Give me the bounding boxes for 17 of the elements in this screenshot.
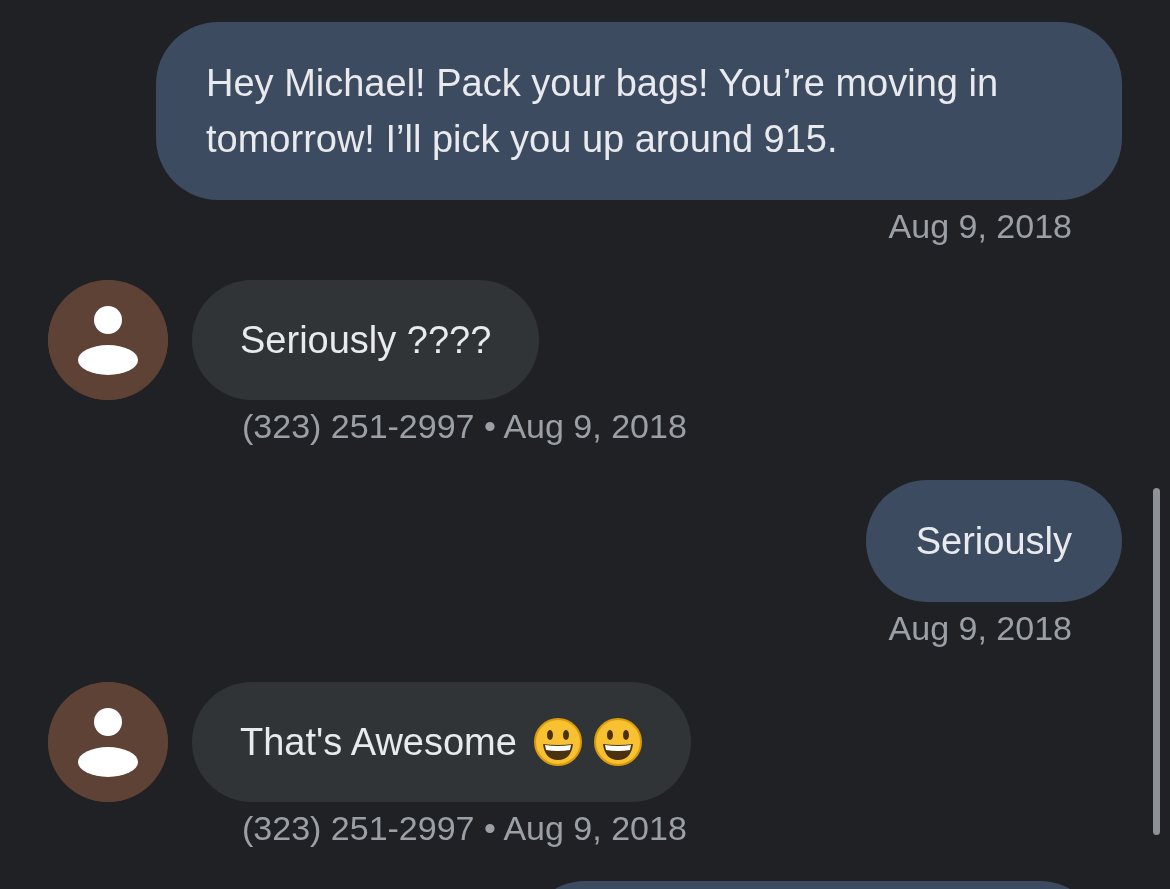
message-sender-info: (323) 251-2997 • Aug 9, 2018	[241, 406, 688, 446]
message-bubble[interactable]: Seriously	[865, 480, 1122, 602]
message-text: Seriously ????	[240, 318, 492, 363]
message-timestamp: Aug 9, 2018	[887, 206, 1073, 246]
message-sender-info: (323) 251-2997 • Aug 9, 2018	[241, 808, 688, 848]
message-bubble[interactable]: That's Awesome	[192, 682, 691, 802]
grinning-face-icon	[592, 717, 643, 767]
avatar-icon[interactable]	[48, 280, 168, 400]
message-bubble[interactable]: Hey Michael! Pack your bags! You’re moving in tomorrow! I’ll pick you up around 915.	[156, 22, 1122, 200]
message-bubble[interactable]: Seriously ????	[192, 280, 540, 400]
message-timestamp: Aug 9, 2018	[887, 608, 1073, 648]
scrollbar-thumb[interactable]	[1153, 488, 1160, 835]
message-text: Hey Michael! Pack your bags! You’re moving in tomorrow! I’ll pick you up around 915.	[206, 62, 999, 160]
avatar-icon[interactable]	[48, 682, 168, 802]
grinning-face-icon	[532, 717, 583, 767]
message-text: Seriously	[915, 520, 1072, 562]
message-text: That's Awesome	[240, 720, 517, 765]
